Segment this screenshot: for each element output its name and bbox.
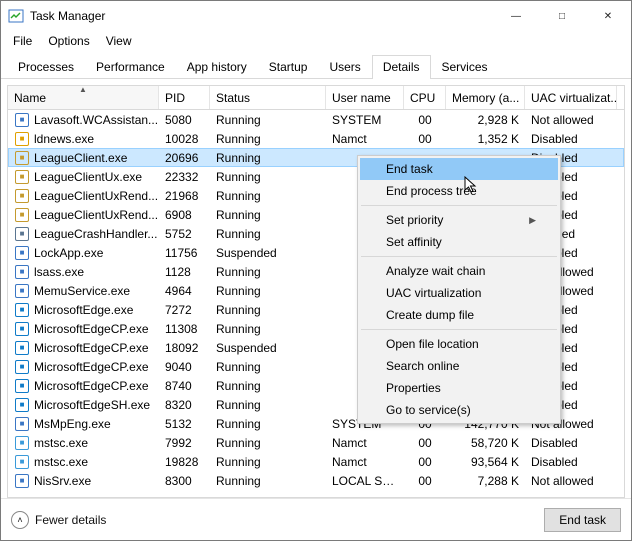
menu-view[interactable]: View: [98, 33, 140, 49]
column-header[interactable]: User name: [326, 86, 404, 109]
process-icon: ■: [14, 226, 30, 242]
process-icon: ■: [14, 359, 30, 375]
process-icon: ■: [14, 454, 30, 470]
process-icon: ■: [14, 207, 30, 223]
footer: ˄ Fewer details End task: [1, 498, 631, 540]
window-controls: — □ ✕: [493, 1, 631, 31]
process-name: lsass.exe: [34, 265, 84, 279]
app-icon: [8, 8, 24, 24]
process-name: MicrosoftEdgeSH.exe: [34, 398, 150, 412]
process-name: LeagueClient.exe: [34, 151, 127, 165]
chevron-up-icon: ˄: [11, 511, 29, 529]
submenu-arrow-icon: ▶: [529, 215, 536, 226]
task-manager-window: Task Manager — □ ✕ FileOptionsView Proce…: [0, 0, 632, 541]
process-icon: ■: [14, 264, 30, 280]
table-row[interactable]: ■NisSrv.exe8300RunningLOCAL SE...007,288…: [8, 471, 624, 490]
fewer-details-label: Fewer details: [35, 513, 106, 527]
context-menu-item[interactable]: Properties: [360, 377, 558, 399]
fewer-details-toggle[interactable]: ˄ Fewer details: [11, 511, 106, 529]
tab-processes[interactable]: Processes: [7, 55, 85, 79]
menu-options[interactable]: Options: [40, 33, 97, 49]
process-icon: ■: [14, 435, 30, 451]
process-name: MicrosoftEdgeCP.exe: [34, 322, 149, 336]
process-name: ldnews.exe: [34, 132, 94, 146]
column-header[interactable]: Memory (a...: [446, 86, 525, 109]
process-icon: ■: [14, 416, 30, 432]
context-menu-item[interactable]: Create dump file: [360, 304, 558, 326]
process-name: MicrosoftEdgeCP.exe: [34, 379, 149, 393]
window-title: Task Manager: [30, 9, 105, 23]
context-menu-item[interactable]: Set priority▶: [360, 209, 558, 231]
process-icon: ■: [14, 169, 30, 185]
table-row[interactable]: ■mstsc.exe7992RunningNamct0058,720 KDisa…: [8, 433, 624, 452]
process-name: MicrosoftEdgeCP.exe: [34, 360, 149, 374]
context-menu-item[interactable]: Open file location: [360, 333, 558, 355]
context-menu-item[interactable]: End task: [360, 158, 558, 180]
tab-app-history[interactable]: App history: [176, 55, 258, 79]
process-name: LeagueClientUxRend...: [34, 189, 158, 203]
process-name: LeagueClientUx.exe: [34, 170, 142, 184]
process-icon: ■: [14, 378, 30, 394]
process-name: MsMpEng.exe: [34, 417, 111, 431]
process-icon: ■: [14, 150, 30, 166]
process-icon: ■: [14, 112, 30, 128]
context-menu-separator: [361, 256, 557, 257]
tab-services[interactable]: Services: [431, 55, 499, 79]
column-header[interactable]: PID: [159, 86, 210, 109]
column-header[interactable]: ▲Name: [8, 86, 159, 109]
context-menu-item[interactable]: Set affinity: [360, 231, 558, 253]
process-icon: ■: [14, 245, 30, 261]
tab-details[interactable]: Details: [372, 55, 431, 79]
process-name: MicrosoftEdgeCP.exe: [34, 341, 149, 355]
process-icon: ■: [14, 302, 30, 318]
context-menu-separator: [361, 205, 557, 206]
process-icon: ■: [14, 321, 30, 337]
tab-startup[interactable]: Startup: [258, 55, 319, 79]
process-name: LeagueClientUxRend...: [34, 208, 158, 222]
process-icon: ■: [14, 131, 30, 147]
close-button[interactable]: ✕: [585, 1, 631, 31]
tab-bar: ProcessesPerformanceApp historyStartupUs…: [1, 50, 631, 79]
context-menu-item[interactable]: Search online: [360, 355, 558, 377]
tab-performance[interactable]: Performance: [85, 55, 176, 79]
context-menu-separator: [361, 329, 557, 330]
process-name: MicrosoftEdge.exe: [34, 303, 133, 317]
column-header[interactable]: CPU: [404, 86, 446, 109]
process-icon: ■: [14, 188, 30, 204]
menubar: FileOptionsView: [1, 31, 631, 50]
process-icon: ■: [14, 283, 30, 299]
process-icon: ■: [14, 473, 30, 489]
process-icon: ■: [14, 340, 30, 356]
titlebar: Task Manager — □ ✕: [1, 1, 631, 31]
sort-ascending-icon: ▲: [79, 86, 87, 94]
column-header[interactable]: UAC virtualizat...: [525, 86, 617, 109]
table-row[interactable]: ■mstsc.exe19828RunningNamct0093,564 KDis…: [8, 452, 624, 471]
table-row[interactable]: ■ldnews.exe10028RunningNamct001,352 KDis…: [8, 129, 624, 148]
tab-users[interactable]: Users: [318, 55, 371, 79]
process-name: mstsc.exe: [34, 455, 88, 469]
context-menu[interactable]: End taskEnd process tree Set priority▶Set…: [357, 155, 561, 424]
process-icon: ■: [14, 397, 30, 413]
minimize-button[interactable]: —: [493, 1, 539, 31]
column-header[interactable]: Status: [210, 86, 326, 109]
context-menu-item[interactable]: End process tree: [360, 180, 558, 202]
context-menu-item[interactable]: UAC virtualization: [360, 282, 558, 304]
table-row[interactable]: ■Lavasoft.WCAssistan...5080RunningSYSTEM…: [8, 110, 624, 129]
process-name: LeagueCrashHandler...: [34, 227, 157, 241]
process-name: LockApp.exe: [34, 246, 103, 260]
process-name: MemuService.exe: [34, 284, 130, 298]
context-menu-item[interactable]: Go to service(s): [360, 399, 558, 421]
maximize-button[interactable]: □: [539, 1, 585, 31]
process-name: mstsc.exe: [34, 436, 88, 450]
context-menu-item[interactable]: Analyze wait chain: [360, 260, 558, 282]
end-task-button[interactable]: End task: [544, 508, 621, 532]
process-name: NisSrv.exe: [34, 474, 91, 488]
process-name: Lavasoft.WCAssistan...: [34, 113, 158, 127]
menu-file[interactable]: File: [5, 33, 40, 49]
column-headers: ▲NamePIDStatusUser nameCPUMemory (a...UA…: [7, 85, 625, 110]
